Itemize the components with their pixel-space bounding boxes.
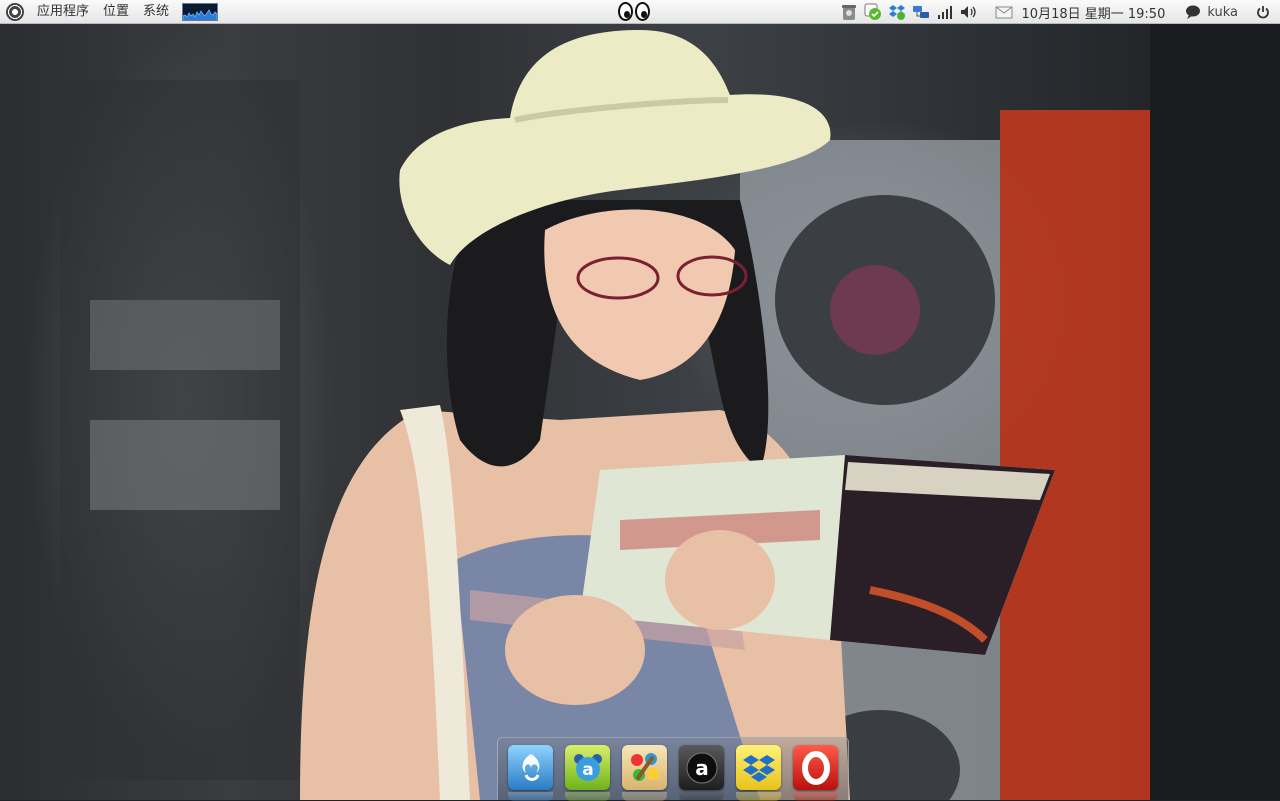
right-eye-icon xyxy=(635,2,650,21)
system-monitor-graph[interactable] xyxy=(182,3,219,21)
app-launcher-swirl-icon[interactable] xyxy=(508,745,553,801)
update-notifier-icon[interactable] xyxy=(864,3,882,21)
signal-strength-icon[interactable] xyxy=(936,3,954,21)
desktop-wallpaper xyxy=(0,0,1280,800)
menu-places[interactable]: 位置 xyxy=(96,0,136,24)
panel-clock[interactable]: 10月18日 星期一 19:50 xyxy=(1016,3,1176,22)
cpu-graph-icon xyxy=(183,9,218,20)
panel-tray: 10月18日 星期一 19:50 kuka xyxy=(837,0,1280,24)
chat-status-icon xyxy=(1184,3,1202,21)
app-opera-icon[interactable] xyxy=(793,745,838,801)
wallpaper-photo xyxy=(60,20,1280,800)
svg-text:a: a xyxy=(582,760,593,780)
mail-icon[interactable] xyxy=(995,3,1013,21)
menu-system[interactable]: 系统 xyxy=(136,0,176,24)
app-ubuntu-software-icon[interactable]: a xyxy=(565,745,610,801)
user-session[interactable]: kuka xyxy=(1175,3,1244,21)
menu-applications[interactable]: 应用程序 xyxy=(30,0,96,24)
dropbox-icon[interactable] xyxy=(888,3,906,21)
username-label: kuka xyxy=(1207,4,1238,20)
left-eye-icon xyxy=(618,2,633,21)
network-manager-icon[interactable] xyxy=(912,3,930,21)
app-amazon-a-icon[interactable]: a xyxy=(679,745,724,801)
ubuntu-logo-icon[interactable] xyxy=(6,3,24,21)
volume-icon[interactable] xyxy=(960,3,978,21)
power-icon[interactable] xyxy=(1254,3,1272,21)
panel-menu-bar: 应用程序 位置 系统 xyxy=(0,0,219,24)
app-dropbox-icon[interactable] xyxy=(736,745,781,801)
trash-icon[interactable] xyxy=(840,3,858,21)
application-dock: a a xyxy=(497,737,849,801)
xeyes-applet xyxy=(618,2,652,22)
svg-text:a: a xyxy=(695,756,709,780)
top-panel: 应用程序 位置 系统 10月18日 星期一 19:50 kuka xyxy=(0,0,1280,24)
app-paint-icon[interactable] xyxy=(622,745,667,801)
